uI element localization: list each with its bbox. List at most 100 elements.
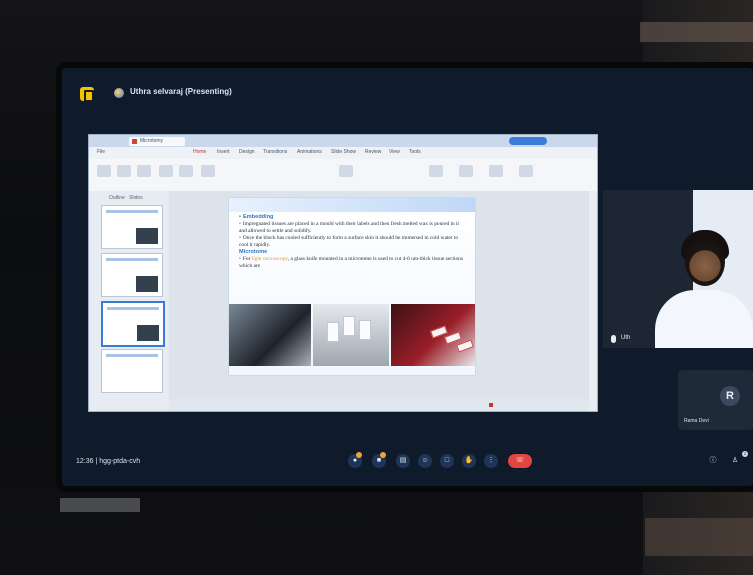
menu-home[interactable]: Home — [193, 149, 206, 155]
ppt-status-bar — [169, 399, 589, 411]
meet-top-bar: Uthra selvaraj (Presenting) — [62, 68, 753, 108]
people-icon[interactable]: ♙ — [728, 454, 742, 468]
glass-slides-photo — [391, 304, 475, 366]
ribbon-layout-button[interactable] — [159, 165, 173, 177]
current-slide[interactable]: • Embedding • Impregnated tissues are plac… — [228, 197, 476, 376]
ppt-document-tab[interactable]: Microtomy — [129, 137, 185, 146]
thumb-image — [136, 228, 158, 244]
thumb-title-bar — [107, 307, 159, 310]
participants-count-badge: 2 — [742, 451, 748, 457]
meeting-info-separator: | — [95, 458, 98, 465]
tab-outline[interactable]: Outline — [109, 195, 125, 201]
mic-toggle-button[interactable]: ● — [348, 452, 362, 468]
raise-hand-button[interactable]: ✋ — [462, 454, 476, 468]
slide-thumbnail[interactable] — [101, 253, 163, 297]
bullet-icon: • — [239, 256, 241, 262]
bullet-icon: • — [239, 235, 241, 241]
ribbon-new-slide-button[interactable] — [97, 165, 111, 177]
ribbon-paste-button[interactable] — [117, 165, 131, 177]
record-indicator-icon — [489, 403, 493, 407]
wax-block — [359, 320, 371, 340]
meet-control-bar: 12:36 | hgg-ptda-cvh ● ■ ▤ ☺ □ ✋ ⋮ ☏ ⓘ ♙… — [62, 444, 753, 480]
tab-slides[interactable]: Slides — [129, 195, 143, 201]
ppt-side-tools — [589, 191, 597, 411]
slide-header-band — [229, 198, 475, 212]
info-icon[interactable]: ⓘ — [706, 454, 720, 468]
participant-name: Rama Devi — [684, 418, 709, 424]
slide-thumbnail-selected[interactable] — [101, 301, 165, 347]
ribbon-shapes-button[interactable] — [429, 165, 443, 177]
participant-camera-tile[interactable]: Uth — [603, 190, 753, 348]
menu-file[interactable]: File — [97, 149, 105, 155]
participant-name: Uth — [621, 335, 631, 341]
ppt-tab-label: Microtomy — [140, 138, 164, 144]
mic-icon — [611, 335, 616, 343]
present-button[interactable]: □ — [440, 454, 454, 468]
ppt-account-button[interactable] — [509, 137, 547, 145]
thumb-image — [137, 325, 159, 341]
more-options-button[interactable]: ⋮ — [484, 454, 498, 468]
meeting-info: 12:36 | hgg-ptda-cvh — [76, 458, 140, 465]
ppt-menu-bar: File Home Insert Design Transitions Anim… — [89, 147, 597, 159]
meeting-code: hgg-ptda-cvh — [99, 458, 141, 465]
slide-highlight-link[interactable]: light microscopy — [252, 256, 288, 262]
thumb-title-bar — [106, 210, 158, 213]
captions-button[interactable]: ▤ — [396, 454, 410, 468]
ribbon-reset-button[interactable] — [201, 165, 215, 177]
wall-shelf — [640, 22, 753, 42]
thumb-title-bar — [106, 354, 158, 357]
menu-slide-show[interactable]: Slide Show — [331, 149, 356, 155]
slide-thumbnail[interactable] — [101, 349, 163, 393]
end-call-button[interactable]: ☏ — [508, 454, 532, 468]
emoji-button[interactable]: ☺ — [418, 454, 432, 468]
meeting-time: 12:36 — [76, 458, 94, 465]
ribbon-arrange-button[interactable] — [459, 165, 473, 177]
microtome-photo — [229, 304, 311, 366]
menu-transitions[interactable]: Transitions — [263, 149, 287, 155]
ribbon-find-button[interactable] — [489, 165, 503, 177]
presenter-avatar-icon — [114, 88, 124, 98]
participant-avatar: R — [720, 386, 740, 406]
ribbon-section-button[interactable] — [179, 165, 193, 177]
thumb-title-bar — [106, 258, 158, 261]
wax-blocks-photo — [313, 304, 389, 366]
presenter-label: Uthra selvaraj (Presenting) — [130, 87, 232, 96]
slide-text-line: Impregnated tissues are placed in a moul… — [239, 221, 460, 234]
thumb-pane-tabs: Outline Slides — [109, 195, 143, 201]
slide-heading-embedding: Embedding — [242, 214, 274, 220]
ribbon-select-button[interactable] — [519, 165, 533, 177]
ppt-title-bar: Microtomy — [89, 135, 597, 147]
desk-edge — [645, 518, 753, 556]
ribbon-format-button[interactable] — [137, 165, 151, 177]
ribbon-font-button[interactable] — [339, 165, 353, 177]
ppt-ribbon — [89, 159, 597, 192]
slide-thumbnail[interactable] — [101, 205, 163, 249]
slide-thumbnail-pane: Outline Slides — [89, 191, 170, 411]
participant-face — [685, 238, 725, 286]
menu-review[interactable]: Review — [365, 149, 381, 155]
thumb-image — [136, 276, 158, 292]
slide-text-line: Once the block has cooled sufficiently t… — [239, 235, 459, 248]
slide-heading-microtome: Microtome — [239, 249, 268, 255]
shared-presentation-window: Microtomy File Home Insert Design Transi… — [88, 134, 598, 412]
menu-view[interactable]: View — [389, 149, 400, 155]
glass-slide — [456, 339, 474, 353]
bullet-icon: • — [239, 221, 241, 227]
slide-photos — [229, 304, 475, 366]
menu-animations[interactable]: Animations — [297, 149, 322, 155]
meet-logo-icon[interactable] — [80, 87, 94, 102]
wax-block — [327, 322, 339, 342]
slide-body: • Embedding • Impregnated tissues are plac… — [239, 214, 467, 270]
participant-body — [655, 290, 753, 348]
bullet-icon: • — [239, 214, 241, 220]
ppt-file-icon — [132, 139, 137, 144]
wax-block — [343, 316, 355, 336]
desk-device — [60, 498, 140, 512]
monitor-screen: Uthra selvaraj (Presenting) Microtomy Fi… — [62, 68, 753, 486]
menu-design[interactable]: Design — [239, 149, 255, 155]
slide-text-pre: For — [242, 256, 251, 262]
participant-tile-rama[interactable]: R Rama Devi — [678, 370, 753, 430]
menu-tools[interactable]: Tools — [409, 149, 421, 155]
camera-toggle-button[interactable]: ■ — [372, 452, 386, 468]
menu-insert[interactable]: Insert — [217, 149, 230, 155]
